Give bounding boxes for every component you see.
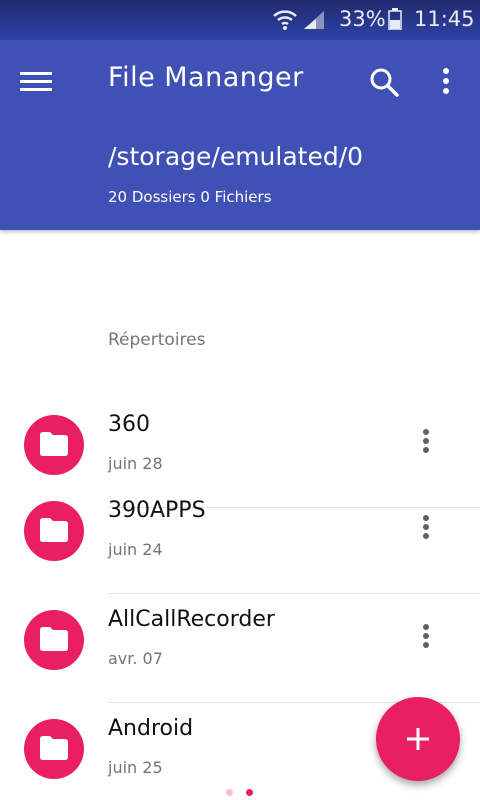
folder-avatar bbox=[24, 415, 84, 475]
signal-icon bbox=[304, 11, 324, 29]
folder-date: juin 25 bbox=[108, 758, 163, 777]
battery-percent: 33% bbox=[339, 7, 386, 31]
folder-icon bbox=[40, 736, 68, 760]
folder-avatar bbox=[24, 610, 84, 670]
folder-avatar bbox=[24, 719, 84, 779]
current-path: /storage/emulated/0 bbox=[108, 142, 364, 171]
folder-icon bbox=[40, 627, 68, 651]
more-vert-icon bbox=[443, 68, 449, 94]
page-dot-active bbox=[246, 789, 253, 796]
overflow-menu-button[interactable] bbox=[436, 66, 456, 98]
folder-name: Android bbox=[108, 716, 194, 741]
status-clock: 11:45 bbox=[414, 7, 475, 31]
battery-icon bbox=[388, 8, 402, 30]
search-button[interactable] bbox=[368, 66, 400, 98]
folder-name: 360 bbox=[108, 412, 150, 437]
item-more-button[interactable] bbox=[414, 513, 438, 547]
item-more-button[interactable] bbox=[414, 427, 438, 461]
folder-avatar bbox=[24, 501, 84, 561]
app-bar: File Mananger /storage/emulated/0 20 Dos… bbox=[0, 40, 480, 230]
add-fab-button[interactable] bbox=[376, 697, 460, 781]
folder-name: 390APPS bbox=[108, 498, 206, 523]
item-more-button[interactable] bbox=[414, 622, 438, 656]
list-item[interactable]: 390APPS juin 24 bbox=[0, 486, 480, 594]
folder-date: juin 28 bbox=[108, 454, 163, 473]
status-bar: 33% 11:45 bbox=[0, 0, 480, 40]
folder-date: juin 24 bbox=[108, 540, 163, 559]
folder-date: avr. 07 bbox=[108, 649, 163, 668]
section-label: Répertoires bbox=[108, 330, 206, 350]
more-vert-icon bbox=[414, 624, 438, 648]
app-title: File Mananger bbox=[108, 62, 304, 93]
wifi-icon bbox=[273, 10, 297, 30]
list-item[interactable]: AllCallRecorder avr. 07 bbox=[0, 595, 480, 703]
divider bbox=[108, 593, 480, 594]
more-vert-icon bbox=[414, 429, 438, 453]
plus-icon bbox=[407, 728, 429, 750]
more-vert-icon bbox=[414, 515, 438, 539]
menu-button[interactable] bbox=[20, 68, 52, 94]
page-indicator bbox=[226, 789, 256, 797]
folder-icon bbox=[40, 518, 68, 542]
menu-icon bbox=[20, 72, 52, 91]
folder-name: AllCallRecorder bbox=[108, 607, 275, 632]
folder-icon bbox=[40, 432, 68, 456]
page-dot bbox=[226, 789, 233, 796]
item-counts: 20 Dossiers 0 Fichiers bbox=[108, 188, 272, 206]
search-icon bbox=[370, 68, 399, 97]
